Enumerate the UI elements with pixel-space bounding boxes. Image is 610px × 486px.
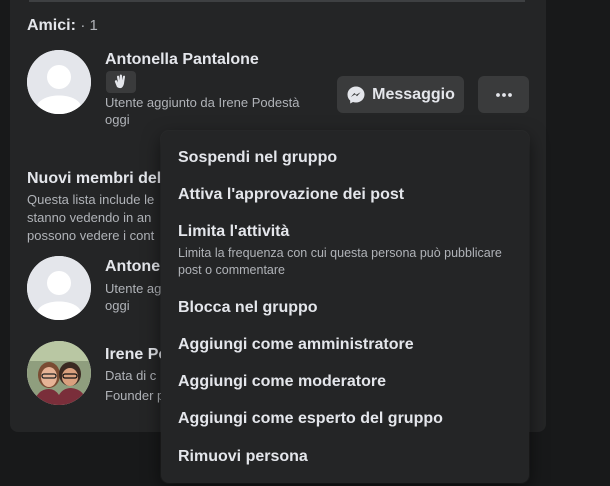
member-options-menu: Sospendi nel gruppo Attiva l'approvazion… (161, 131, 529, 483)
menu-item-limit-activity[interactable]: Limita l'attività Limita la frequenza co… (178, 223, 517, 279)
default-user-icon (27, 50, 91, 114)
menu-item-label: Aggiungi come moderatore (178, 373, 387, 390)
message-button-label: Messaggio (372, 85, 455, 103)
divider (29, 0, 525, 2)
menu-item-suspend[interactable]: Sospendi nel gruppo (178, 149, 517, 167)
waving-hand-icon (114, 74, 126, 89)
new-members-desc-2: stanno vedendo in an (27, 210, 152, 225)
member-name[interactable]: Antonel (105, 258, 165, 276)
member-info: Utente ag (105, 281, 162, 296)
member-info: Data di c (105, 368, 157, 383)
avatar-default[interactable] (27, 50, 91, 114)
menu-item-make-moderator[interactable]: Aggiungi come moderatore (178, 373, 517, 391)
menu-item-label: Blocca nel gruppo (178, 299, 318, 316)
member-added-date: oggi (105, 112, 130, 127)
wave-badge[interactable] (106, 71, 136, 93)
friends-title-label: Amici: (27, 17, 76, 34)
menu-item-label: Aggiungi come amministratore (178, 336, 414, 353)
more-options-button[interactable] (478, 76, 529, 113)
menu-item-label: Sospendi nel gruppo (178, 149, 338, 166)
member-name[interactable]: Antonella Pantalone (105, 51, 259, 69)
menu-item-remove[interactable]: Rimuovi persona (178, 448, 517, 466)
avatar-default[interactable] (27, 256, 91, 320)
menu-item-label: Limita l'attività (178, 223, 290, 240)
member-added-info: Utente aggiunto da Irene Podestà (105, 95, 300, 110)
member-name[interactable]: Irene Po (105, 346, 168, 364)
menu-item-label: Aggiungi come esperto del gruppo (178, 410, 443, 427)
new-members-title: Nuovi membri del (27, 170, 162, 187)
new-members-desc-3: possono vedere i cont (27, 228, 155, 243)
profile-photo (27, 341, 91, 405)
menu-item-label: Rimuovi persona (178, 448, 308, 465)
messenger-icon (347, 86, 365, 103)
new-members-desc-1: Questa lista include le (27, 192, 155, 207)
menu-item-make-admin[interactable]: Aggiungi come amministratore (178, 336, 517, 354)
friends-count: · 1 (80, 17, 98, 34)
menu-item-description: Limita la frequenza con cui questa perso… (178, 246, 502, 277)
menu-item-block[interactable]: Blocca nel gruppo (178, 299, 517, 317)
message-button[interactable]: Messaggio (337, 76, 464, 113)
default-user-icon (27, 256, 91, 320)
more-horizontal-icon (495, 92, 512, 97)
menu-item-post-approval[interactable]: Attiva l'approvazione dei post (178, 186, 517, 204)
friends-section-title: Amici: · 1 (27, 17, 98, 35)
avatar-photo[interactable] (27, 341, 91, 405)
member-date: oggi (105, 298, 130, 313)
menu-item-label: Attiva l'approvazione dei post (178, 186, 405, 203)
menu-item-make-expert[interactable]: Aggiungi come esperto del gruppo (178, 410, 517, 428)
member-role: Founder p (105, 388, 165, 403)
